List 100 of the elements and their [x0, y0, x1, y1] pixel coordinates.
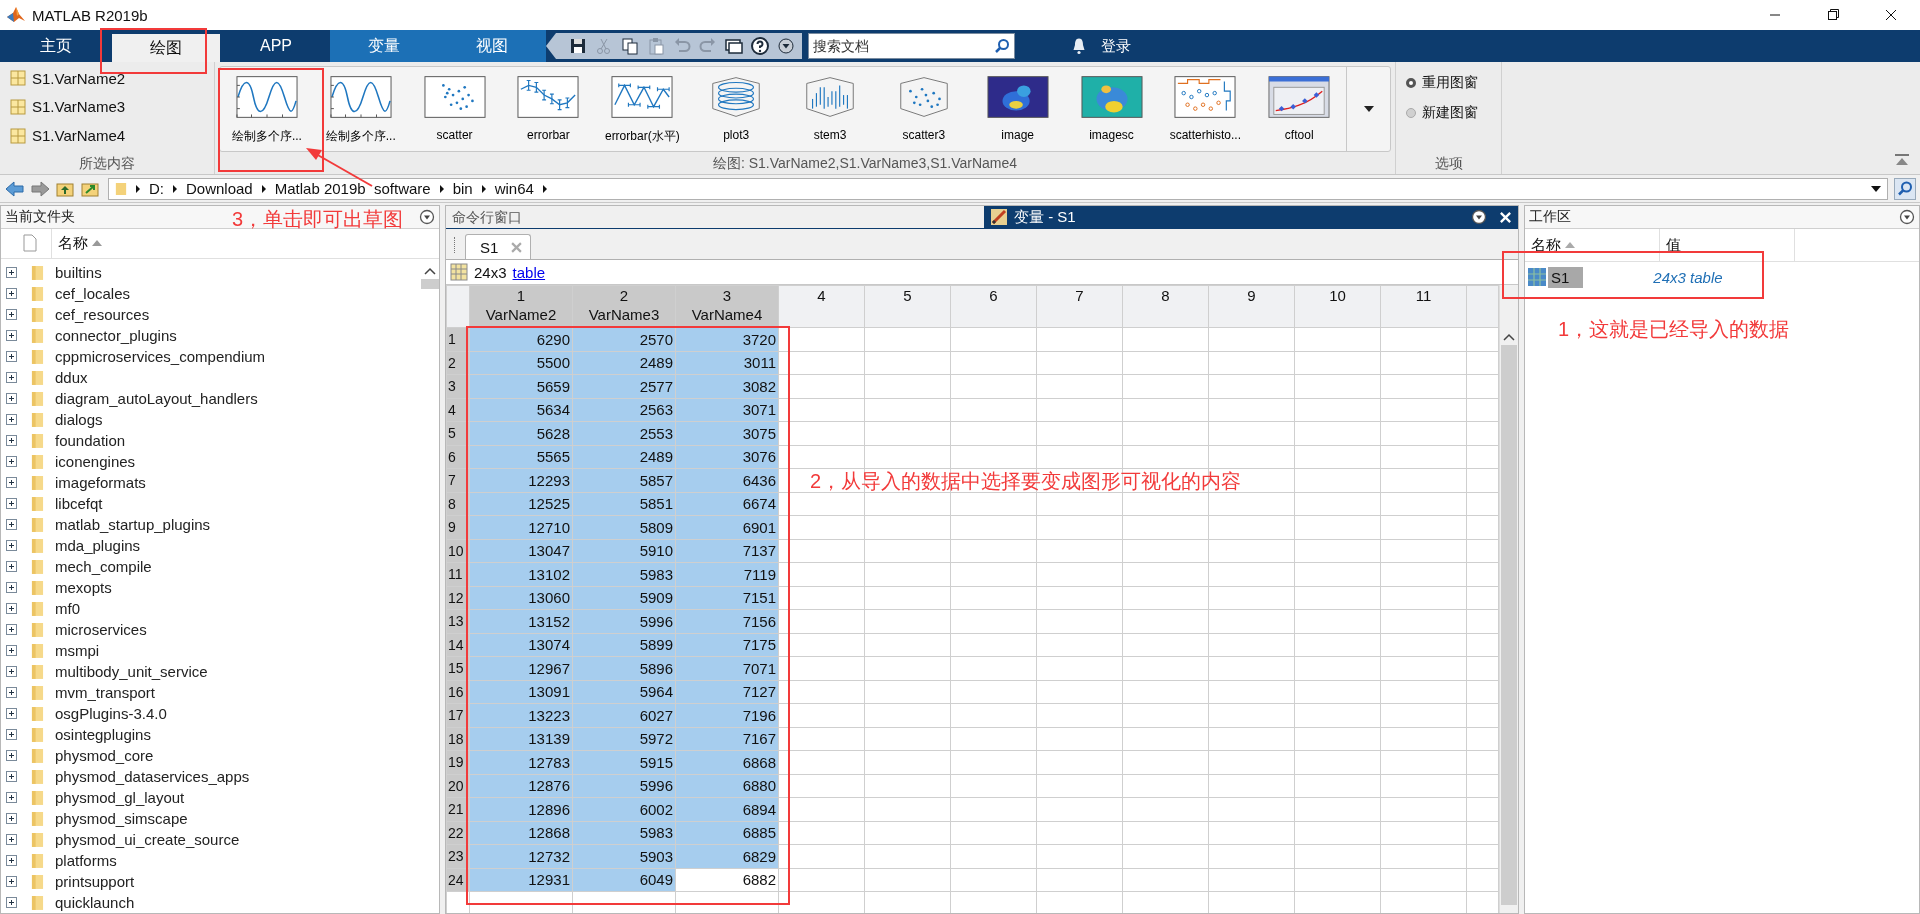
folder-name[interactable]: imageformats: [55, 474, 146, 491]
table-cell[interactable]: 5659: [469, 374, 573, 398]
table-cell[interactable]: 5972: [572, 727, 676, 751]
selected-variable[interactable]: S1.VarName3: [10, 98, 214, 116]
table-cell[interactable]: 7119: [675, 562, 779, 586]
radio-button[interactable]: [1406, 108, 1416, 118]
table-cell[interactable]: 5983: [572, 821, 676, 845]
column-header[interactable]: 5: [864, 285, 951, 328]
expand-icon[interactable]: [6, 708, 17, 719]
panel-title[interactable]: 命令行窗口: [446, 206, 984, 228]
column-header[interactable]: 6: [950, 285, 1037, 328]
folder-name[interactable]: printsupport: [55, 873, 135, 890]
folder-name[interactable]: platforms: [55, 852, 117, 869]
table-cell[interactable]: 12868: [469, 821, 573, 845]
table-cell[interactable]: 3082: [675, 374, 779, 398]
expand-icon[interactable]: [6, 309, 17, 320]
radio-option[interactable]: 重用图窗: [1406, 74, 1501, 92]
folder-name[interactable]: microservices: [55, 621, 147, 638]
ribbon-tab[interactable]: 主页: [2, 30, 110, 62]
expand-icon[interactable]: [6, 561, 17, 572]
table-cell[interactable]: 12967: [469, 656, 573, 680]
expand-icon[interactable]: [6, 330, 17, 341]
folder-name[interactable]: foundation: [55, 432, 126, 449]
plot-gallery-item[interactable]: errorbar: [501, 67, 596, 151]
column-header[interactable]: 值: [1660, 229, 1795, 261]
table-cell[interactable]: 12293: [469, 468, 573, 492]
plot-gallery-item[interactable]: imagesc: [1064, 67, 1159, 151]
table-cell[interactable]: 3076: [675, 445, 779, 469]
expand-icon[interactable]: [6, 603, 17, 614]
search-field[interactable]: 搜索文档: [808, 33, 1015, 59]
folder-name[interactable]: mexopts: [55, 579, 112, 596]
folder-name[interactable]: quicklaunch: [55, 894, 135, 911]
scrollbar-thumb[interactable]: [421, 279, 439, 289]
folder-name[interactable]: mda_plugins: [55, 537, 141, 554]
panel-menu-icon[interactable]: [1471, 209, 1487, 225]
table-cell[interactable]: 6894: [675, 797, 779, 821]
table-cell[interactable]: 6290: [469, 327, 573, 351]
table-cell[interactable]: 6880: [675, 774, 779, 798]
plot-gallery-item[interactable]: cftool: [1252, 67, 1347, 151]
table-cell[interactable]: 5909: [572, 586, 676, 610]
column-header[interactable]: 9: [1208, 285, 1295, 328]
ribbon-tab[interactable]: 绘图: [112, 34, 220, 62]
folder-name[interactable]: osintegplugins: [55, 726, 151, 743]
folder-name[interactable]: cppmicroservices_compendium: [55, 348, 266, 365]
table-cell[interactable]: 13102: [469, 562, 573, 586]
expand-icon[interactable]: [6, 876, 17, 887]
expand-icon[interactable]: [6, 666, 17, 677]
table-cell[interactable]: 5634: [469, 398, 573, 422]
expand-icon[interactable]: [6, 414, 17, 425]
sign-in-link[interactable]: 登录: [1101, 30, 1141, 62]
folder-name[interactable]: matlab_startup_plugins: [55, 516, 211, 533]
table-cell[interactable]: 5565: [469, 445, 573, 469]
table-cell[interactable]: 12876: [469, 774, 573, 798]
expand-icon[interactable]: [6, 477, 17, 488]
back-arrow-icon[interactable]: [5, 179, 25, 198]
plot-gallery-item[interactable]: image: [970, 67, 1065, 151]
table-cell[interactable]: 7156: [675, 609, 779, 633]
table-cell[interactable]: 12732: [469, 844, 573, 868]
table-cell[interactable]: 5983: [572, 562, 676, 586]
column-header[interactable]: 名称: [51, 228, 419, 258]
expand-icon[interactable]: [6, 498, 17, 509]
folder-name[interactable]: multibody_unit_service: [55, 663, 208, 680]
folder-name[interactable]: builtins: [55, 264, 102, 281]
expand-icon[interactable]: [6, 372, 17, 383]
scrollbar[interactable]: [1499, 285, 1518, 913]
folder-name[interactable]: physmod_ui_create_source: [55, 831, 240, 848]
table-cell[interactable]: 5996: [572, 774, 676, 798]
column-header[interactable]: 2 VarName3: [572, 285, 676, 328]
plot-gallery-item[interactable]: scatter3: [876, 67, 971, 151]
table-cell[interactable]: 5500: [469, 351, 573, 375]
table-cell[interactable]: 13223: [469, 703, 573, 727]
expand-icon[interactable]: [6, 897, 17, 908]
table-cell[interactable]: 7151: [675, 586, 779, 610]
table-cell[interactable]: 12783: [469, 750, 573, 774]
selected-variable[interactable]: S1.VarName4: [10, 127, 214, 145]
table-cell[interactable]: 7167: [675, 727, 779, 751]
table-cell[interactable]: 6674: [675, 492, 779, 516]
folder-name[interactable]: cef_locales: [55, 285, 131, 302]
table-cell[interactable]: 13091: [469, 680, 573, 704]
table-cell[interactable]: 5899: [572, 633, 676, 657]
collapse-ribbon-icon[interactable]: [1894, 154, 1910, 166]
expand-icon[interactable]: [6, 813, 17, 824]
folder-name[interactable]: mvm_transport: [55, 684, 156, 701]
table-cell[interactable]: 5809: [572, 515, 676, 539]
table-cell[interactable]: 2570: [572, 327, 676, 351]
table-cell[interactable]: 5964: [572, 680, 676, 704]
table-cell[interactable]: 6885: [675, 821, 779, 845]
folder-name[interactable]: mech_compile: [55, 558, 152, 575]
expand-icon[interactable]: [6, 288, 17, 299]
table-cell[interactable]: 2577: [572, 374, 676, 398]
table-cell[interactable]: 5851: [572, 492, 676, 516]
table-cell[interactable]: 5915: [572, 750, 676, 774]
expand-icon[interactable]: [6, 393, 17, 404]
table-cell[interactable]: 5996: [572, 609, 676, 633]
ribbon-tab[interactable]: 变量: [330, 30, 438, 62]
table-cell[interactable]: 3075: [675, 421, 779, 445]
folder-name[interactable]: physmod_dataservices_apps: [55, 768, 250, 785]
expand-icon[interactable]: [6, 540, 17, 551]
expand-icon[interactable]: [6, 582, 17, 593]
table-cell[interactable]: 5628: [469, 421, 573, 445]
